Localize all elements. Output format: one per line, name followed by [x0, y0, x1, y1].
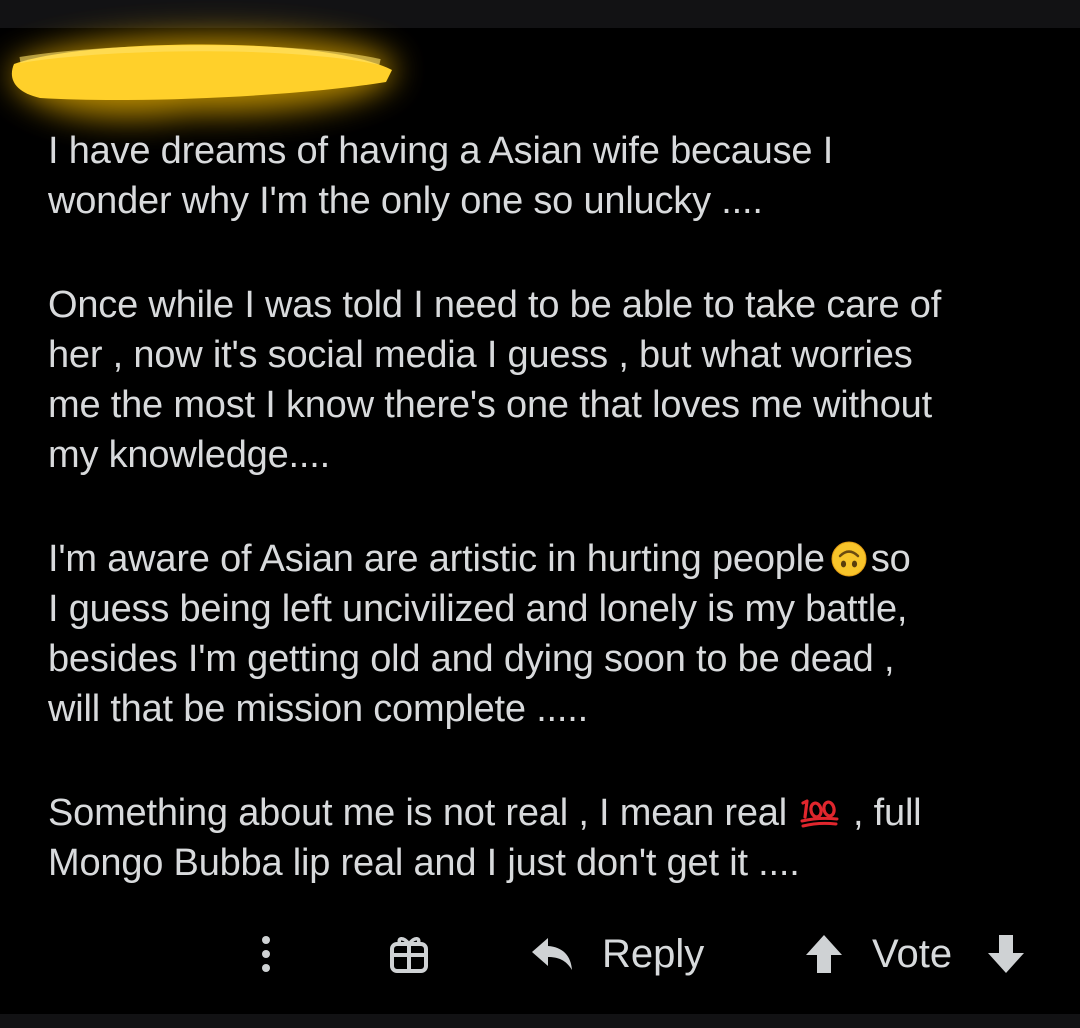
hundred-points-emoji — [800, 799, 839, 828]
reply-label: Reply — [602, 931, 705, 976]
comment-screen: I have dreams of having a Asian wife bec… — [0, 0, 1080, 1028]
award-button[interactable] — [386, 918, 432, 990]
bottom-divider — [0, 1014, 1080, 1028]
upvote-button[interactable] — [804, 918, 844, 990]
arrow-down-icon — [988, 935, 1024, 973]
more-vertical-icon — [262, 936, 270, 972]
comment-paragraph-4: Something about me is not real , I mean … — [48, 788, 1048, 888]
comment-body: I have dreams of having a Asian wife bec… — [48, 126, 1048, 942]
reply-button[interactable]: Reply — [530, 918, 704, 990]
gift-icon — [390, 937, 428, 973]
arrow-up-icon — [806, 935, 842, 973]
comment-paragraph-1: I have dreams of having a Asian wife bec… — [48, 130, 834, 222]
comment-paragraph-3: I'm aware of Asian are artistic in hurti… — [48, 534, 1048, 734]
comment-action-bar: Reply Vote — [0, 918, 1080, 990]
comment-paragraph-2: Once while I was told I need to be able … — [48, 284, 942, 476]
top-divider — [0, 0, 1080, 28]
comment-text-segment: Something about me is not real , I mean … — [48, 792, 787, 834]
vote-label-container: Vote — [872, 918, 952, 990]
reply-arrow-icon — [532, 938, 572, 970]
more-options-button[interactable] — [250, 918, 282, 990]
vote-label: Vote — [872, 931, 953, 976]
upside-down-face-emoji — [831, 541, 867, 577]
comment-text-segment: I'm aware of Asian are artistic in hurti… — [48, 538, 825, 580]
downvote-button[interactable] — [986, 918, 1026, 990]
